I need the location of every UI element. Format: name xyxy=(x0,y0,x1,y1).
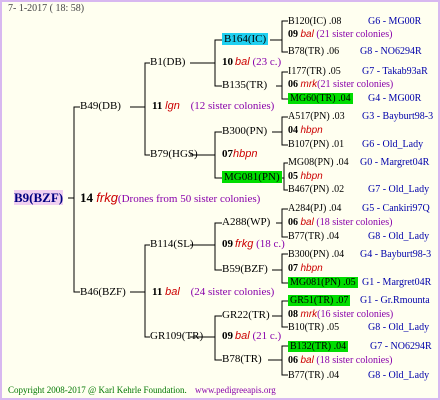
gen3-node-7[interactable]: B78(TR) xyxy=(222,353,262,366)
root-num: 14 xyxy=(80,190,93,205)
gen4-mating-1: 09 bal (21 sister colonies) xyxy=(288,29,393,40)
gen4-entry-11[interactable]: B467(PN) .02 xyxy=(288,183,344,196)
gen4-source-3: G7 - Takab93aR xyxy=(362,66,428,77)
gen4-mating-19: 08 mrk(16 sister colonies) xyxy=(288,309,394,320)
gen3-node-4[interactable]: A288(WP) xyxy=(222,216,270,229)
site-link[interactable]: www.pedigreeapis.org xyxy=(195,385,276,395)
gen4-entry-2[interactable]: B78(TR) .06 xyxy=(288,45,339,58)
gen4-source-20: G8 - Old_Lady xyxy=(368,322,430,333)
root-note: (Drones from 50 sister colonies) xyxy=(117,193,261,205)
gen4-entry-8[interactable]: B107(PN) .01 xyxy=(288,138,344,151)
gen3-node-1[interactable]: B135(TR) xyxy=(222,79,267,92)
gen1-mating-0: 11 lgn (12 sister colonies) xyxy=(152,100,275,112)
root-id: B9(BZF) xyxy=(14,190,64,205)
copyright-text: Copyright 2008-2017 @ Karl Kehrle Founda… xyxy=(8,385,187,395)
root-name: frkg xyxy=(96,190,118,205)
gen2-mating-1: 07hbpn xyxy=(222,148,258,160)
root-mating: 14 frkg(Drones from 50 sister colonies) xyxy=(80,191,260,206)
gen4-source-21: G7 - NO6294R xyxy=(370,341,432,352)
gen4-entry-21[interactable]: B132(TR) .04 xyxy=(288,340,349,353)
gen2-mating-3: 09 bal (21 c.) xyxy=(222,330,282,342)
gen4-entry-23[interactable]: B77(TR) .04 xyxy=(288,369,339,382)
gen3-node-5[interactable]: B59(BZF) xyxy=(222,263,268,276)
gen4-entry-14[interactable]: B77(TR) .04 xyxy=(288,230,339,243)
gen2-mating-0: 10 bal (23 c.) xyxy=(222,56,282,68)
gen4-mating-10: 05 hbpn xyxy=(288,171,323,182)
gen4-entry-5[interactable]: MG60(TR) .04 xyxy=(288,92,353,105)
gen2-mating-2: 09 frkg (18 c.) xyxy=(222,238,285,250)
gen4-entry-15[interactable]: B300(PN) .04 xyxy=(288,248,344,261)
gen2-node-2[interactable]: B114(SL) xyxy=(150,238,194,251)
gen3-node-6[interactable]: GR22(TR) xyxy=(222,309,270,322)
gen4-entry-6[interactable]: A517(PN) .03 xyxy=(288,110,345,123)
gen1-node-1[interactable]: B46(BZF) xyxy=(80,286,126,299)
gen2-node-3[interactable]: GR109(TR) xyxy=(150,330,203,343)
gen4-entry-3[interactable]: I177(TR) .05 xyxy=(288,65,341,78)
gen4-entry-18[interactable]: GR51(TR) .07 xyxy=(288,294,351,307)
root-node[interactable]: B9(BZF) xyxy=(14,190,64,205)
gen4-source-14: G8 - Old_Lady xyxy=(368,231,430,242)
gen3-node-2[interactable]: B300(PN) xyxy=(222,125,267,138)
gen4-entry-17[interactable]: MG081(PN) .05 xyxy=(288,276,358,289)
gen4-mating-16: 07 hbpn xyxy=(288,263,323,274)
gen4-mating-22: 06 bal (18 sister colonies) xyxy=(288,355,393,366)
gen4-source-6: G3 - Bayburt98-3 xyxy=(362,111,434,122)
gen4-source-8: G6 - Old_Lady xyxy=(362,139,424,150)
gen1-mating-1: 11 bal (24 sister colonies) xyxy=(152,286,275,298)
gen4-source-11: G7 - Old_Lady xyxy=(368,184,430,195)
gen4-mating-13: 06 bal (18 sister colonies) xyxy=(288,217,393,228)
gen4-source-0: G6 - MG00R xyxy=(368,16,422,27)
gen4-source-9: G0 - Margret04R xyxy=(360,157,430,168)
gen4-entry-20[interactable]: B10(TR) .05 xyxy=(288,321,339,334)
gen4-mating-4: 06 mrk(21 sister colonies) xyxy=(288,79,394,90)
gen4-source-2: G8 - NO6294R xyxy=(360,46,422,57)
gen4-source-23: G8 - Old_Lady xyxy=(368,370,430,381)
gen4-source-15: G4 - Bayburt98-3 xyxy=(360,249,432,260)
gen4-mating-7: 04 hbpn xyxy=(288,125,323,136)
generated-date: 7- 1-2017 ( 18: 58) xyxy=(8,3,85,14)
gen4-source-5: G4 - MG00R xyxy=(368,93,422,104)
gen2-node-1[interactable]: B79(HGS) xyxy=(150,148,198,161)
gen3-node-3[interactable]: MG081(PN) xyxy=(222,171,282,184)
gen4-source-18: G1 - Gr.Rmounta xyxy=(360,295,430,306)
gen1-node-0[interactable]: B49(DB) xyxy=(80,100,121,113)
gen4-source-12: G5 - Cankiri97Q xyxy=(362,203,430,214)
gen2-node-0[interactable]: B1(DB) xyxy=(150,56,185,69)
gen4-entry-9[interactable]: MG08(PN) .04 xyxy=(288,156,349,169)
gen4-entry-12[interactable]: A284(PJ) .04 xyxy=(288,202,341,215)
gen4-source-17: G1 - Margret04R xyxy=(362,277,432,288)
gen4-entry-0[interactable]: B120(IC) .08 xyxy=(288,15,341,28)
footer: Copyright 2008-2017 @ Karl Kehrle Founda… xyxy=(8,384,276,397)
gen3-node-0[interactable]: B164(IC) xyxy=(222,33,269,46)
